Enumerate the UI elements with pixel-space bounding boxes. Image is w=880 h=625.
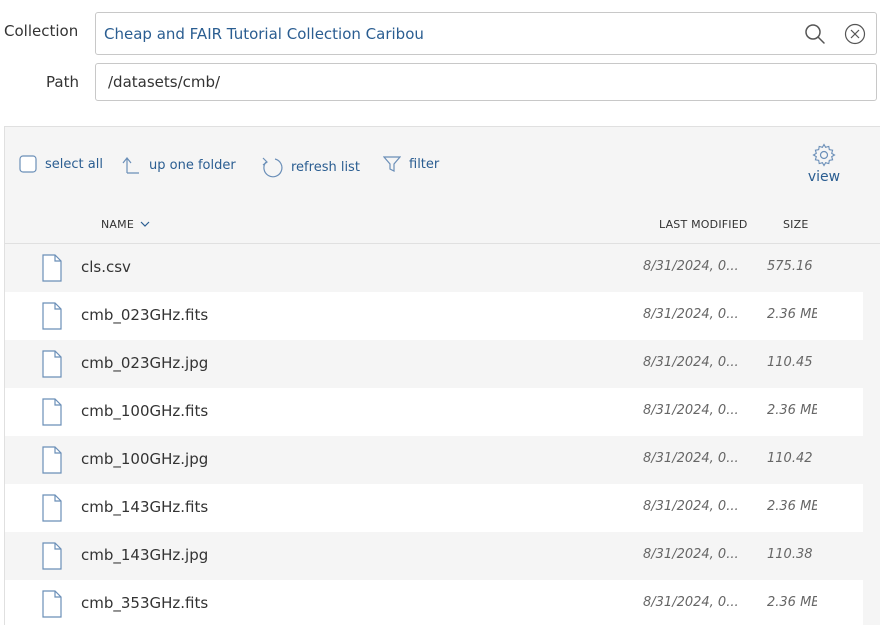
refresh-icon <box>262 157 283 178</box>
column-header-row: NAME LAST MODIFIED SIZE <box>5 206 880 244</box>
chevron-down-icon <box>140 221 150 227</box>
file-name[interactable]: cmb_100GHz.jpg <box>81 450 208 468</box>
path-input[interactable]: /datasets/cmb/ <box>95 63 877 101</box>
file-size: 110.42 k <box>767 451 817 466</box>
checkbox-icon[interactable] <box>19 155 37 173</box>
select-all-label: select all <box>45 156 103 172</box>
path-value: /datasets/cmb/ <box>108 73 221 91</box>
file-size: 2.36 MB <box>767 595 817 610</box>
size-column-label: SIZE <box>783 218 809 231</box>
clear-icon[interactable] <box>844 23 866 49</box>
last-modified-column-label: LAST MODIFIED <box>659 218 748 231</box>
file-icon <box>42 494 62 526</box>
file-name[interactable]: cmb_100GHz.fits <box>81 402 208 420</box>
up-arrow-icon <box>122 157 139 174</box>
file-name[interactable]: cls.csv <box>81 258 131 276</box>
file-row[interactable]: cmb_353GHz.fits 8/31/2024, 0... 2.36 MB <box>5 580 863 625</box>
file-row[interactable]: cmb_023GHz.fits 8/31/2024, 0... 2.36 MB <box>5 292 863 340</box>
select-all-button[interactable]: select all <box>19 155 103 173</box>
toolbar: select all up one folder refresh list fi… <box>5 127 880 207</box>
file-name[interactable]: cmb_353GHz.fits <box>81 594 208 612</box>
file-row[interactable]: cmb_143GHz.jpg 8/31/2024, 0... 110.38 k <box>5 532 863 580</box>
file-modified: 8/31/2024, 0... <box>643 259 738 274</box>
file-icon <box>42 446 62 478</box>
file-icon <box>42 398 62 430</box>
file-modified: 8/31/2024, 0... <box>643 307 738 322</box>
file-name[interactable]: cmb_023GHz.fits <box>81 306 208 324</box>
filter-label: filter <box>409 156 440 172</box>
collection-label: Collection <box>4 22 79 40</box>
refresh-list-button[interactable]: refresh list <box>261 155 360 179</box>
up-one-folder-button[interactable]: up one folder <box>121 155 236 175</box>
file-modified: 8/31/2024, 0... <box>643 451 738 466</box>
file-browser-panel: select all up one folder refresh list fi… <box>4 126 880 625</box>
file-size: 575.16 k <box>767 259 817 274</box>
file-row[interactable]: cmb_143GHz.fits 8/31/2024, 0... 2.36 MB <box>5 484 863 532</box>
up-one-folder-label: up one folder <box>149 157 236 173</box>
path-label: Path <box>46 73 79 91</box>
name-column-label: NAME <box>101 218 134 231</box>
file-modified: 8/31/2024, 0... <box>643 499 738 514</box>
file-row[interactable]: cls.csv 8/31/2024, 0... 575.16 k <box>5 244 863 292</box>
file-size: 2.36 MB <box>767 499 817 514</box>
file-modified: 8/31/2024, 0... <box>643 547 738 562</box>
filter-icon <box>383 156 401 172</box>
file-icon <box>42 590 62 622</box>
file-modified: 8/31/2024, 0... <box>643 355 738 370</box>
gear-icon <box>812 143 836 167</box>
refresh-list-label: refresh list <box>291 159 360 175</box>
last-modified-column-header[interactable]: LAST MODIFIED <box>659 218 748 231</box>
filter-button[interactable]: filter <box>383 155 439 173</box>
size-column-header[interactable]: SIZE <box>783 218 809 231</box>
file-name[interactable]: cmb_143GHz.jpg <box>81 546 208 564</box>
file-row[interactable]: cmb_100GHz.fits 8/31/2024, 0... 2.36 MB <box>5 388 863 436</box>
name-column-header[interactable]: NAME <box>101 218 150 231</box>
file-size: 110.45 k <box>767 355 817 370</box>
file-size: 2.36 MB <box>767 307 817 322</box>
collection-input[interactable]: Cheap and FAIR Tutorial Collection Carib… <box>95 12 877 55</box>
file-icon <box>42 350 62 382</box>
view-button[interactable]: view <box>805 143 843 185</box>
file-list: cls.csv 8/31/2024, 0... 575.16 k cmb_023GHz… <box>5 244 863 625</box>
file-icon <box>42 254 62 286</box>
file-row[interactable]: cmb_023GHz.jpg 8/31/2024, 0... 110.45 k <box>5 340 863 388</box>
view-label: view <box>807 169 841 185</box>
file-icon <box>42 542 62 574</box>
file-size: 2.36 MB <box>767 403 817 418</box>
file-name[interactable]: cmb_023GHz.jpg <box>81 354 208 372</box>
search-icon[interactable] <box>804 23 826 49</box>
collection-value: Cheap and FAIR Tutorial Collection Carib… <box>104 24 424 43</box>
file-modified: 8/31/2024, 0... <box>643 595 738 610</box>
file-name[interactable]: cmb_143GHz.fits <box>81 498 208 516</box>
file-size: 110.38 k <box>767 547 817 562</box>
file-row[interactable]: cmb_100GHz.jpg 8/31/2024, 0... 110.42 k <box>5 436 863 484</box>
file-modified: 8/31/2024, 0... <box>643 403 738 418</box>
file-icon <box>42 302 62 334</box>
